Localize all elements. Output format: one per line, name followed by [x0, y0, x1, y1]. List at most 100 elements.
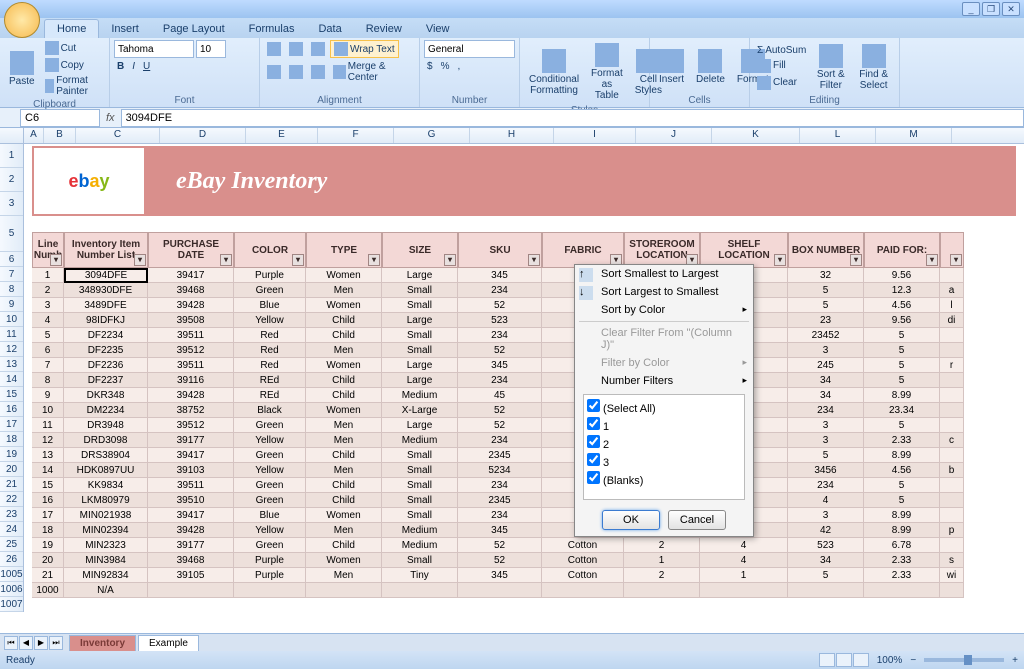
filter-dropdown-icon[interactable]: ▾: [50, 254, 62, 266]
row-header[interactable]: 1006: [0, 582, 23, 597]
view-layout[interactable]: [836, 653, 852, 667]
table-cell[interactable]: 345: [458, 568, 542, 583]
table-cell[interactable]: Child: [306, 538, 382, 553]
table-cell[interactable]: DKR348: [64, 388, 148, 403]
formula-input[interactable]: 3094DFE: [121, 109, 1024, 127]
clear-button[interactable]: Clear: [754, 75, 809, 91]
table-cell[interactable]: Large: [382, 313, 458, 328]
table-cell[interactable]: DF2235: [64, 343, 148, 358]
table-cell[interactable]: 9: [32, 388, 64, 403]
table-cell[interactable]: 5: [864, 478, 940, 493]
table-cell[interactable]: Red: [234, 358, 306, 373]
table-cell[interactable]: [940, 478, 964, 493]
table-cell[interactable]: [234, 583, 306, 598]
table-cell[interactable]: LKM80979: [64, 493, 148, 508]
table-header[interactable]: PURCHASE DATE▾: [148, 232, 234, 268]
table-cell[interactable]: 4: [700, 538, 788, 553]
table-header[interactable]: BOX NUMBER▾: [788, 232, 864, 268]
tab-formulas[interactable]: Formulas: [237, 20, 307, 38]
align-left[interactable]: [264, 60, 284, 84]
table-cell[interactable]: 523: [458, 313, 542, 328]
table-cell[interactable]: 5: [788, 298, 864, 313]
table-cell[interactable]: [940, 448, 964, 463]
table-cell[interactable]: Red: [234, 343, 306, 358]
table-cell[interactable]: [148, 583, 234, 598]
table-cell[interactable]: 39428: [148, 388, 234, 403]
table-cell[interactable]: N/A: [64, 583, 148, 598]
table-cell[interactable]: Small: [382, 508, 458, 523]
table-cell[interactable]: 4: [788, 493, 864, 508]
table-cell[interactable]: [940, 343, 964, 358]
filter-checkbox[interactable]: [587, 417, 600, 430]
table-cell[interactable]: 52: [458, 538, 542, 553]
table-cell[interactable]: Small: [382, 463, 458, 478]
col-F[interactable]: F: [318, 128, 394, 143]
table-cell[interactable]: 12: [32, 433, 64, 448]
align-top[interactable]: [264, 40, 284, 58]
table-cell[interactable]: DR3948: [64, 418, 148, 433]
sheet-tab-inventory[interactable]: Inventory: [69, 635, 136, 651]
table-cell[interactable]: Women: [306, 358, 382, 373]
currency-button[interactable]: $: [424, 60, 436, 73]
table-cell[interactable]: [940, 538, 964, 553]
row-header[interactable]: 23: [0, 507, 23, 522]
table-cell[interactable]: 5: [864, 358, 940, 373]
table-cell[interactable]: di: [940, 313, 964, 328]
table-cell[interactable]: X-Large: [382, 403, 458, 418]
row-header[interactable]: 14: [0, 372, 23, 387]
table-header[interactable]: SIZE▾: [382, 232, 458, 268]
table-header[interactable]: PAID FOR:▾: [864, 232, 940, 268]
table-cell[interactable]: 4: [700, 553, 788, 568]
format-painter-button[interactable]: Format Painter: [42, 74, 105, 98]
comma-button[interactable]: ,: [454, 60, 463, 73]
col-L[interactable]: L: [800, 128, 876, 143]
row-header[interactable]: 26: [0, 552, 23, 567]
table-cell[interactable]: 39511: [148, 358, 234, 373]
italic-button[interactable]: I: [129, 60, 138, 73]
col-H[interactable]: H: [470, 128, 554, 143]
filter-dropdown-icon[interactable]: ▾: [774, 254, 786, 266]
conditional-formatting-button[interactable]: Conditional Formatting: [524, 46, 584, 99]
table-cell[interactable]: 3094DFE: [64, 268, 148, 283]
filter-option[interactable]: 3: [587, 452, 741, 470]
table-cell[interactable]: 9.56: [864, 268, 940, 283]
table-cell[interactable]: 98IDFKJ: [64, 313, 148, 328]
row-header[interactable]: 1005: [0, 567, 23, 582]
table-cell[interactable]: MIN02394: [64, 523, 148, 538]
table-cell[interactable]: [940, 508, 964, 523]
table-cell[interactable]: MIN92834: [64, 568, 148, 583]
table-header[interactable]: STOREROOM LOCATION▾: [624, 232, 700, 268]
sort-by-color[interactable]: Sort by Color: [575, 301, 753, 319]
row-header[interactable]: 11: [0, 327, 23, 342]
table-cell[interactable]: 8.99: [864, 448, 940, 463]
table-cell[interactable]: c: [940, 433, 964, 448]
filter-checklist[interactable]: (Select All) 1 2 3 (Blanks): [583, 394, 745, 500]
table-cell[interactable]: 12.3: [864, 283, 940, 298]
delete-cells-button[interactable]: Delete: [691, 46, 730, 88]
table-cell[interactable]: 2.33: [864, 568, 940, 583]
table-cell[interactable]: 11: [32, 418, 64, 433]
table-cell[interactable]: Women: [306, 298, 382, 313]
row-header[interactable]: 7: [0, 267, 23, 282]
table-cell[interactable]: Small: [382, 478, 458, 493]
bold-button[interactable]: B: [114, 60, 127, 73]
row-header[interactable]: 5: [0, 216, 23, 252]
tab-view[interactable]: View: [414, 20, 462, 38]
table-cell[interactable]: 2.33: [864, 433, 940, 448]
table-header[interactable]: SHELF LOCATION▾: [700, 232, 788, 268]
table-cell[interactable]: 2345: [458, 448, 542, 463]
table-cell[interactable]: [940, 373, 964, 388]
wrap-text-button[interactable]: Wrap Text: [330, 40, 399, 58]
table-cell[interactable]: Small: [382, 448, 458, 463]
table-cell[interactable]: [940, 493, 964, 508]
col-G[interactable]: G: [394, 128, 470, 143]
table-cell[interactable]: 23: [788, 313, 864, 328]
table-cell[interactable]: Men: [306, 283, 382, 298]
table-cell[interactable]: Men: [306, 568, 382, 583]
row-header[interactable]: 13: [0, 357, 23, 372]
table-cell[interactable]: 234: [788, 403, 864, 418]
table-cell[interactable]: Men: [306, 418, 382, 433]
table-cell[interactable]: 5: [788, 448, 864, 463]
merge-center-button[interactable]: Merge & Center: [330, 60, 415, 84]
table-cell[interactable]: 234: [458, 328, 542, 343]
